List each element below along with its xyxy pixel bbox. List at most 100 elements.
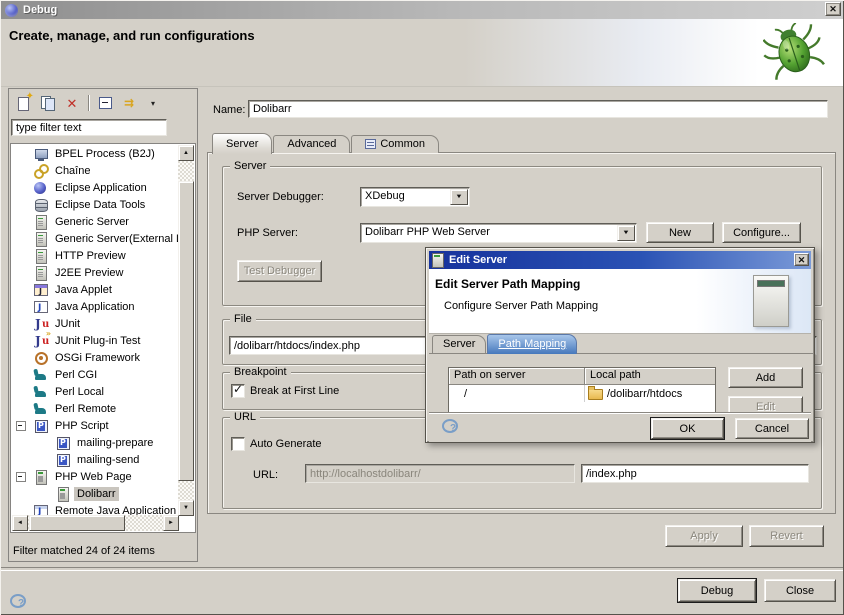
tree-item-label: Chaîne	[52, 164, 93, 178]
edit-server-help-button[interactable]: ?	[442, 419, 458, 433]
filter-menu-button[interactable]: ▾	[142, 93, 164, 113]
tree-item-j2ee-preview[interactable]: J2EE Preview	[11, 264, 179, 281]
config-tree: BPEL Process (B2J) ChaîneEclipse Applicat…	[11, 145, 179, 516]
tab-common[interactable]: Common	[351, 135, 439, 153]
column-header-local-path[interactable]: Local path	[585, 368, 715, 385]
scroll-down-button[interactable]: ▼	[178, 500, 194, 516]
window-close-button[interactable]: ✕	[825, 2, 841, 16]
scroll-up-button[interactable]: ▲	[178, 145, 194, 161]
debug-button[interactable]: Debug	[678, 579, 756, 602]
scroll-left-icon: ◄	[17, 520, 23, 526]
tree-item-eclipse-data-tools[interactable]: Eclipse Data Tools	[11, 196, 179, 213]
edit-server-close-button[interactable]: ✕	[794, 253, 809, 266]
url-path-input[interactable]	[581, 464, 809, 483]
tree-item-dolibarr[interactable]: Dolibarr	[11, 485, 179, 502]
remote-java-icon	[33, 503, 49, 517]
tree-item-java-applet[interactable]: Java Applet	[11, 281, 179, 298]
tree-item-perl-local[interactable]: Perl Local	[11, 383, 179, 400]
java-icon	[33, 299, 49, 315]
tree-item-generic-server[interactable]: Generic Server	[11, 213, 179, 230]
tree-vertical-scrollbar[interactable]: ▲ ▼	[178, 145, 194, 516]
tree-item-junit-plug-in-test[interactable]: JUnit Plug-in Test	[11, 332, 179, 349]
tree-item-label: Generic Server	[52, 215, 132, 229]
tree-item-perl-remote[interactable]: Perl Remote	[11, 400, 179, 417]
configure-server-button[interactable]: Configure...	[722, 222, 801, 243]
column-header-path-on-server[interactable]: Path on server	[449, 368, 585, 385]
horizontal-scroll-thumb[interactable]	[29, 515, 125, 531]
scroll-right-button[interactable]: ►	[163, 515, 179, 531]
filter-configurations-button[interactable]: ⇉	[118, 93, 140, 113]
window-titlebar[interactable]: Debug	[1, 1, 843, 19]
edit-server-titlebar[interactable]: Edit Server	[429, 251, 811, 269]
tab-edit-server-server[interactable]: Server	[432, 335, 486, 353]
server-debugger-combo[interactable]: XDebug ▼	[360, 187, 470, 207]
scroll-left-button[interactable]: ◄	[12, 515, 28, 531]
delete-configuration-button[interactable]: ✕	[61, 93, 83, 113]
php-server-dropdown[interactable]: ▼	[617, 225, 635, 241]
php-web-icon	[55, 486, 71, 502]
php-web-icon	[33, 469, 49, 485]
header-banner: Create, manage, and run configurations	[1, 19, 843, 87]
bpel-icon	[33, 146, 49, 162]
apply-button[interactable]: Apply	[665, 525, 743, 547]
tree-item-mailing-send[interactable]: mailing-send	[11, 451, 179, 468]
ok-button[interactable]: OK	[651, 418, 724, 439]
table-row[interactable]: / /dolibarr/htdocs	[449, 385, 715, 402]
close-icon: ✕	[798, 255, 806, 265]
add-mapping-button[interactable]: Add	[728, 367, 803, 388]
tree-item-remote-java-application[interactable]: Remote Java Application	[11, 502, 179, 516]
tree-item-java-application[interactable]: Java Application	[11, 298, 179, 315]
tree-item-label: Java Application	[52, 300, 138, 314]
tree-item-php-script[interactable]: PHP Script	[11, 417, 179, 434]
tree-item-generic-server-external-la[interactable]: Generic Server(External La	[11, 230, 179, 247]
tree-item-eclipse-application[interactable]: Eclipse Application	[11, 179, 179, 196]
table-header-row: Path on server Local path	[449, 368, 715, 385]
tree-item-label: J2EE Preview	[52, 266, 126, 280]
tree-item-label: JUnit	[52, 317, 83, 331]
path-mapping-content: Path on server Local path / /dolibarr/ht…	[429, 353, 813, 413]
php-server-value: Dolibarr PHP Web Server	[365, 226, 490, 238]
new-configuration-button[interactable]	[13, 93, 35, 113]
close-button[interactable]: Close	[764, 579, 836, 602]
tree-item-label: Dolibarr	[74, 487, 119, 501]
duplicate-configuration-button[interactable]	[37, 93, 59, 113]
tab-advanced[interactable]: Advanced	[273, 135, 350, 153]
collapse-toggle-icon[interactable]	[16, 472, 26, 482]
auto-generate-checkbox[interactable]: ✓	[231, 437, 245, 451]
tab-path-mapping[interactable]: Path Mapping	[487, 334, 577, 354]
vertical-scroll-thumb[interactable]	[178, 181, 194, 481]
help-button[interactable]: ?	[10, 594, 26, 608]
tree-item-label: OSGi Framework	[52, 351, 143, 365]
footer-separator	[1, 567, 843, 571]
break-first-line-checkbox[interactable]: ✓	[231, 384, 245, 398]
help-icon: ?	[450, 423, 456, 434]
tree-horizontal-scrollbar[interactable]: ◄ ►	[12, 515, 179, 531]
tree-item-junit[interactable]: JUnit	[11, 315, 179, 332]
edit-mapping-button[interactable]: Edit	[728, 396, 803, 413]
tab-server[interactable]: Server	[212, 133, 272, 154]
tree-item-php-web-page[interactable]: PHP Web Page	[11, 468, 179, 485]
name-input[interactable]	[248, 100, 828, 118]
configurations-panel: ✕ ⇉ ▾ BPEL Process (B2J) ChaîneEclipse Ap…	[8, 88, 198, 562]
tree-item-mailing-prepare[interactable]: mailing-prepare	[11, 434, 179, 451]
tree-item-cha-ne[interactable]: Chaîne	[11, 162, 179, 179]
tree-item-http-preview[interactable]: HTTP Preview	[11, 247, 179, 264]
new-server-button[interactable]: New	[646, 222, 714, 243]
collapse-toggle-icon[interactable]	[16, 421, 26, 431]
server-icon	[33, 248, 49, 264]
scroll-right-icon: ►	[168, 520, 174, 526]
revert-button[interactable]: Revert	[749, 525, 824, 547]
tree-item-bpel-process-b2j[interactable]: BPEL Process (B2J)	[11, 145, 179, 162]
php-server-combo[interactable]: Dolibarr PHP Web Server ▼	[360, 223, 637, 243]
test-debugger-button[interactable]: Test Debugger	[237, 260, 322, 282]
cancel-button[interactable]: Cancel	[735, 418, 809, 439]
filter-input[interactable]	[11, 119, 167, 136]
server-group-legend: Server	[230, 160, 270, 172]
collapse-all-button[interactable]	[94, 93, 116, 113]
tab-server-label: Server	[226, 138, 258, 150]
tree-item-perl-cgi[interactable]: Perl CGI	[11, 366, 179, 383]
auto-generate-label: Auto Generate	[250, 438, 322, 450]
server-debugger-dropdown[interactable]: ▼	[450, 189, 468, 205]
tree-item-osgi-framework[interactable]: OSGi Framework	[11, 349, 179, 366]
server-icon	[432, 253, 444, 268]
